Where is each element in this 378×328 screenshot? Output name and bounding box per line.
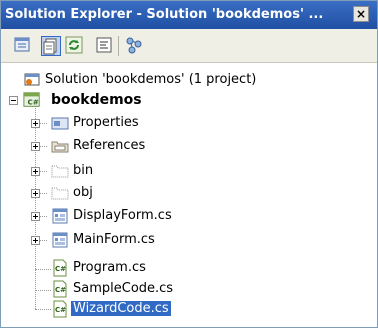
csharp-project-icon: C# [23,92,40,107]
tree-line [35,269,51,270]
svg-text:C#: C# [55,286,66,294]
toolbar [1,29,377,63]
project-label: bookdemos [51,92,142,108]
tree-item-label: Properties [73,115,139,130]
svg-text:C#: C# [55,265,66,273]
csharp-file-icon: C# [53,280,67,298]
class-diagram-button[interactable] [125,36,145,56]
tree-item-label-selected: WizardCode.cs [71,301,171,316]
tree-item-label: bin [73,163,94,178]
window-title: Solution Explorer - Solution 'bookdemos'… [5,7,324,22]
obj-expand-toggle[interactable] [31,189,40,198]
refresh-icon [65,36,83,54]
show-all-files-button[interactable] [41,36,61,56]
tree-item-label: DisplayForm.cs [73,208,172,223]
solution-explorer-window: Solution Explorer - Solution 'bookdemos'… [0,0,378,328]
references-folder-icon [51,141,69,153]
tree-line [35,309,51,310]
show-all-files-icon [43,38,57,55]
toolbar-separator [118,36,119,56]
folder-icon [51,165,69,178]
tree-item-label: SampleCode.cs [73,281,174,296]
mainform-expand-toggle[interactable] [31,236,40,245]
view-code-icon [96,37,112,53]
folder-icon [51,187,69,200]
tree-item-label: References [73,138,146,153]
tree-line [35,103,36,309]
project-collapse-toggle[interactable] [9,96,18,105]
tree-item-label: Program.cs [73,260,146,275]
solution-tree: Solution 'bookdemos' (1 project) C# book… [1,63,377,327]
bin-expand-toggle[interactable] [31,167,40,176]
form-icon [52,208,68,224]
svg-text:C#: C# [28,98,39,107]
solution-icon [24,73,40,86]
form-icon [52,232,68,248]
csharp-file-icon: C# [53,259,67,277]
close-button[interactable]: × [353,6,369,22]
refresh-button[interactable] [65,36,85,56]
tree-line [35,290,51,291]
solution-label: Solution 'bookdemos' (1 project) [45,72,257,87]
tree-item-label: MainForm.cs [73,232,155,247]
class-diagram-icon [126,37,142,54]
csharp-file-icon: C# [53,300,67,318]
properties-expand-toggle[interactable] [31,119,40,128]
properties-icon [14,37,30,52]
displayform-expand-toggle[interactable] [31,212,40,221]
title-bar[interactable]: Solution Explorer - Solution 'bookdemos'… [1,1,377,29]
view-code-button[interactable] [95,36,115,56]
references-expand-toggle[interactable] [31,142,40,151]
properties-folder-icon [51,117,69,130]
tree-item-label: obj [73,185,93,200]
properties-button[interactable] [13,36,33,56]
svg-text:C#: C# [55,306,66,314]
